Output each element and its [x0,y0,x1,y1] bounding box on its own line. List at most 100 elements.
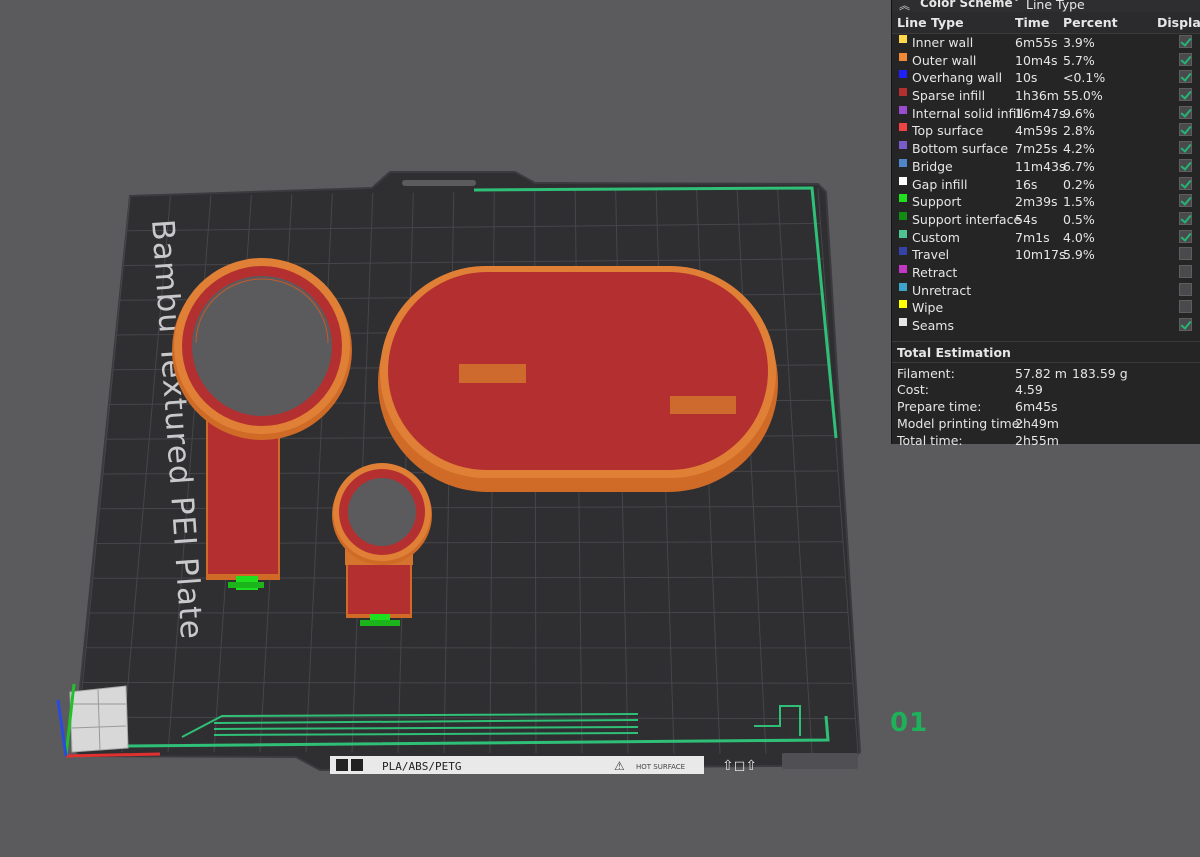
legend-row: Outer wall 10m4s 5.7% [892,52,1200,70]
line-type-percent: 9.6% [1063,105,1095,121]
column-display: Display [1157,15,1200,30]
color-swatch [899,264,907,273]
cost-value: 4.59 [1015,382,1043,398]
legend-row: Travel 10m17s 5.9% [892,246,1200,264]
color-swatch [899,70,907,79]
legend-row: Bottom surface 7m25s 4.2% [892,140,1200,158]
total-time-value: 2h55m [1015,432,1059,448]
color-swatch [899,141,907,150]
color-swatch [899,229,907,238]
prepare-time-label: Prepare time: [897,399,982,415]
display-checkbox[interactable] [1179,52,1192,66]
color-scheme-title: Color Scheme [920,0,1013,10]
line-type-percent: 55.0% [1063,88,1103,104]
display-checkbox[interactable] [1179,141,1192,155]
hot-surface-label: HOT SURFACE [636,763,685,771]
line-type-name: Unretract [912,282,972,298]
total-estimation-header: Total Estimation [892,340,1200,363]
filament-weight: 183.59 g [1072,365,1128,381]
total-model-row: Model printing time: 2h49m [892,415,1200,432]
color-swatch [899,211,907,220]
line-type-percent: 0.2% [1063,176,1095,192]
column-percent: Percent [1063,15,1118,30]
line-type-name: Top surface [912,123,984,139]
display-checkbox[interactable] [1179,70,1192,84]
display-checkbox[interactable] [1179,35,1192,48]
chevron-down-icon[interactable]: ﹀ [1011,0,1022,10]
legend-row: Unretract [892,282,1200,300]
color-swatch [899,35,907,43]
color-swatch [899,158,907,167]
display-checkbox[interactable] [1179,300,1192,314]
display-checkbox[interactable] [1179,158,1192,172]
plate-corner-tab [782,753,858,769]
line-type-name: Bottom surface [912,141,1009,157]
display-checkbox[interactable] [1179,176,1192,190]
display-checkbox[interactable] [1179,105,1192,119]
line-type-time: 7m25s [1015,141,1058,157]
legend-row: Custom 7m1s 4.0% [892,229,1200,247]
line-type-time: 10m4s [1015,52,1058,68]
display-checkbox[interactable] [1179,264,1192,278]
line-type-time: 6m55s [1015,35,1058,50]
color-scheme-select[interactable]: Line Type [1026,0,1085,12]
plate-icon-b [351,759,363,771]
legend-row: Top surface 4m59s 2.8% [892,122,1200,140]
line-type-name: Bridge [912,158,953,174]
line-type-time: 1h36m [1015,88,1059,104]
legend-row: Gap infill 16s 0.2% [892,176,1200,194]
display-checkbox[interactable] [1179,318,1192,331]
double-chevron-up-icon[interactable]: ︽ [899,0,910,12]
total-prepare-row: Prepare time: 6m45s [892,398,1200,415]
plate-material-label: PLA/ABS/PETG [382,760,461,773]
legend-column-header: Line Type Time Percent Display [892,12,1200,34]
line-type-percent: 6.7% [1063,158,1095,174]
color-swatch [899,318,907,326]
color-swatch [899,88,907,97]
line-type-name: Retract [912,264,958,280]
legend-row: Wipe [892,299,1200,317]
color-swatch [899,105,907,114]
display-checkbox[interactable] [1179,282,1192,296]
legend-row: Seams [892,317,1200,335]
line-type-percent: 1.5% [1063,194,1095,210]
color-swatch [899,300,907,309]
line-type-name: Support [912,194,962,210]
line-type-percent: 4.0% [1063,229,1095,245]
line-type-time: 10m17s [1015,247,1066,263]
column-line-type: Line Type [897,15,964,30]
cost-label: Cost: [897,382,930,398]
plate-arrow-icons: ⇧◻⇧ [722,758,757,774]
line-type-name: Seams [912,318,954,333]
legend-row: Support interface 54s 0.5% [892,211,1200,229]
filament-length: 57.82 m [1015,365,1067,381]
plate-handle-slot [402,180,476,186]
line-type-time: 16m47s [1015,105,1066,121]
legend-row: Bridge 11m43s 6.7% [892,158,1200,176]
color-swatch [899,123,907,132]
line-type-percent: 3.9% [1063,35,1095,50]
line-type-time: 2m39s [1015,194,1058,210]
total-estimation-title: Total Estimation [897,344,1011,360]
oval-part [378,266,778,492]
line-type-time: 54s [1015,211,1038,227]
warning-icon: ⚠ [614,759,625,773]
display-checkbox[interactable] [1179,211,1192,225]
line-type-name: Support interface [912,211,1022,227]
line-type-name: Outer wall [912,52,977,68]
line-type-time: 11m43s [1015,158,1066,174]
legend-row: Retract [892,264,1200,282]
plate-number-label[interactable]: 01 [890,708,928,738]
display-checkbox[interactable] [1179,123,1192,137]
display-checkbox[interactable] [1179,247,1192,261]
line-type-time: 10s [1015,70,1038,86]
display-checkbox[interactable] [1179,194,1192,208]
display-checkbox[interactable] [1179,229,1192,243]
total-time-row: Total time: 2h55m [892,432,1200,449]
color-swatch [899,176,907,185]
legend-row: Inner wall 6m55s 3.9% [892,34,1200,52]
line-type-name: Travel [912,247,950,263]
prepare-time-value: 6m45s [1015,399,1058,415]
display-checkbox[interactable] [1179,88,1192,102]
line-type-name: Inner wall [912,35,974,50]
